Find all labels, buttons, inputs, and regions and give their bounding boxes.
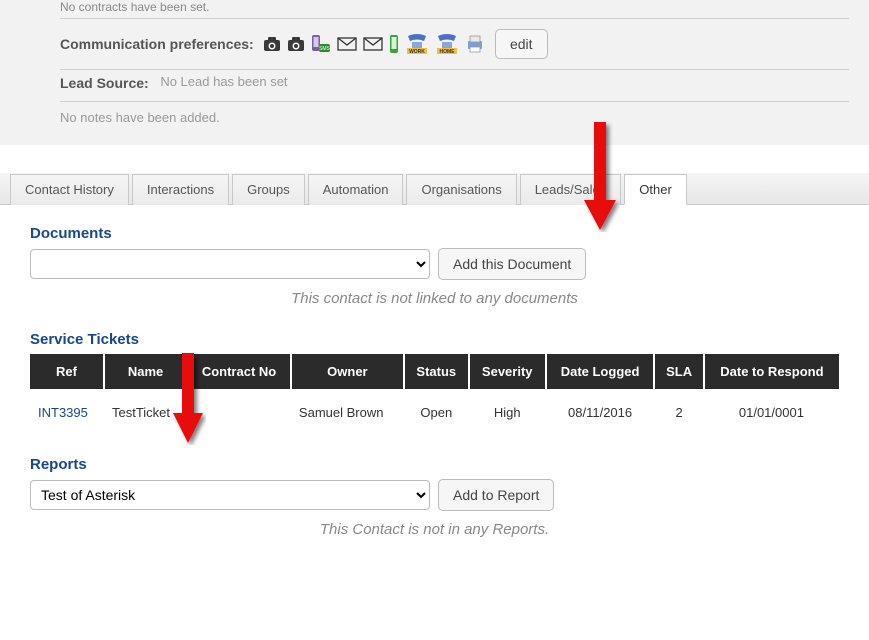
ticket-sla: 2: [654, 389, 703, 436]
sms-icon: SMS: [311, 35, 331, 53]
tab-organisations[interactable]: Organisations: [406, 174, 516, 205]
add-report-button[interactable]: Add to Report: [438, 479, 554, 511]
envelope-icon: [337, 37, 357, 51]
tabs-bar: Contact HistoryInteractionsGroupsAutomat…: [0, 173, 869, 205]
notes-empty: No notes have been added.: [60, 110, 220, 125]
tab-content-other: Documents Add this Document This contact…: [0, 205, 869, 582]
tickets-col-name: Name: [104, 354, 187, 389]
communication-preferences-row: Communication preferences: SMS WORK HOME: [60, 25, 849, 70]
add-document-button[interactable]: Add this Document: [438, 248, 586, 280]
tickets-col-date-logged: Date Logged: [546, 354, 655, 389]
tab-interactions[interactable]: Interactions: [132, 174, 229, 205]
phone-work-icon: WORK: [405, 34, 429, 54]
tickets-table: RefNameContract NoOwnerStatusSeverityDat…: [30, 354, 839, 436]
tab-automation[interactable]: Automation: [308, 174, 404, 205]
mobile-icon: [389, 34, 399, 54]
tab-other[interactable]: Other: [624, 174, 687, 205]
svg-text:SMS: SMS: [319, 46, 331, 52]
communication-preferences-label: Communication preferences:: [60, 36, 254, 52]
tickets-col-sla: SLA: [654, 354, 703, 389]
ticket-status: Open: [404, 389, 469, 436]
reports-select[interactable]: Test of Asterisk: [30, 480, 430, 510]
lead-source-label: Lead Source:: [60, 75, 149, 91]
documents-heading: Documents: [30, 225, 839, 242]
tab-contact-history[interactable]: Contact History: [10, 174, 129, 205]
lead-source-value: No Lead has been set: [160, 74, 287, 89]
ticket-ref[interactable]: INT3395: [30, 389, 104, 436]
ticket-logged: 08/11/2016: [546, 389, 655, 436]
reports-heading: Reports: [30, 456, 839, 473]
ticket-owner: Samuel Brown: [291, 389, 404, 436]
tickets-col-status: Status: [404, 354, 469, 389]
truncated-row: No contracts have been set.: [60, 0, 849, 19]
ticket-respond: 01/01/0001: [704, 389, 839, 436]
camera-icon: [287, 36, 305, 52]
documents-select[interactable]: [30, 249, 430, 279]
service-tickets-heading: Service Tickets: [30, 331, 839, 348]
ticket-severity: High: [469, 389, 546, 436]
svg-text:WORK: WORK: [409, 49, 425, 54]
printer-icon: [465, 35, 485, 53]
tickets-col-date-to-respond: Date to Respond: [704, 354, 839, 389]
tab-leads-sales[interactable]: Leads/Sales: [520, 174, 622, 205]
tickets-col-severity: Severity: [469, 354, 546, 389]
tab-groups[interactable]: Groups: [232, 174, 305, 205]
documents-empty: This contact is not linked to any docume…: [30, 290, 839, 307]
summary-panel: No contracts have been set. Communicatio…: [0, 0, 869, 145]
tickets-col-contract-no: Contract No: [187, 354, 291, 389]
ticket-ref-link[interactable]: INT3395: [38, 405, 88, 420]
tickets-col-owner: Owner: [291, 354, 404, 389]
phone-home-icon: HOME: [435, 34, 459, 54]
ticket-contract: [187, 389, 291, 436]
envelope-icon: [363, 37, 383, 51]
ticket-name: TestTicket: [104, 389, 187, 436]
svg-text:HOME: HOME: [440, 49, 456, 54]
edit-button[interactable]: edit: [495, 29, 548, 59]
lead-source-row: Lead Source: No Lead has been set: [60, 70, 849, 102]
camera-icon: [263, 36, 281, 52]
tickets-col-ref: Ref: [30, 354, 104, 389]
reports-empty: This Contact is not in any Reports.: [30, 521, 839, 538]
table-row: INT3395 TestTicket Samuel BrownOpenHigh08/…: [30, 389, 839, 436]
